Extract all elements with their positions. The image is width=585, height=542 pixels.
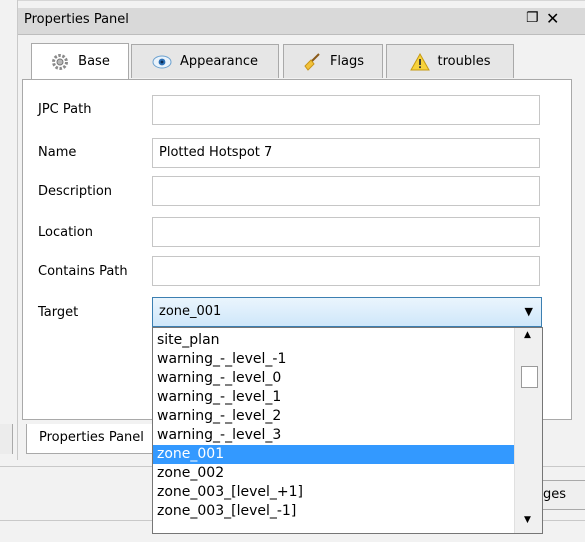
close-icon[interactable]: ✕ (546, 9, 559, 28)
dropdown-option[interactable]: warning_-_level_2 (153, 407, 515, 426)
tab-properties-panel[interactable]: Properties Panel (26, 424, 154, 454)
dropdown-option[interactable]: site_plan (153, 331, 515, 350)
target-select-value: zone_001 (159, 304, 222, 319)
dropdown-option[interactable]: warning_-_level_0 (153, 369, 515, 388)
jpc-path-label: JPC Path (38, 102, 92, 117)
dropdown-scrollbar[interactable]: ▲ ▼ (514, 328, 542, 533)
dropdown-option[interactable]: zone_003_[level_+1] (153, 483, 515, 502)
frame-top-line (17, 0, 585, 1)
float-icon[interactable]: ❐ (526, 10, 539, 26)
dropdown-option[interactable]: warning_-_level_1 (153, 388, 515, 407)
dropdown-option[interactable]: zone_002 (153, 464, 515, 483)
scroll-thumb[interactable] (521, 366, 538, 388)
target-dropdown-list[interactable]: site_plan warning_-_level_-1 warning_-_l… (152, 327, 543, 534)
tab-label: Appearance (179, 54, 259, 69)
name-label: Name (38, 145, 77, 160)
tab-base[interactable]: Base (31, 43, 129, 79)
dropdown-option-selected[interactable]: zone_001 (153, 445, 515, 464)
changes-button[interactable]: ges (538, 480, 585, 510)
frame-left-line (17, 0, 18, 460)
scroll-down-icon[interactable]: ▼ (524, 515, 531, 525)
target-label: Target (38, 305, 79, 320)
tab-label: troubles (437, 54, 491, 69)
gear-icon (50, 52, 70, 72)
panel-titlebar[interactable]: Properties Panel ❐ ✕ (18, 8, 585, 35)
description-field[interactable] (152, 176, 540, 206)
name-field[interactable]: Plotted Hotspot 7 (152, 138, 540, 168)
panel-title: Properties Panel (24, 12, 129, 27)
chevron-down-icon[interactable]: ▼ (525, 298, 533, 326)
target-select[interactable]: zone_001 ▼ (152, 297, 542, 327)
tab-label: Flags (329, 54, 365, 69)
scroll-up-icon[interactable]: ▲ (524, 330, 531, 340)
contains-path-label: Contains Path (38, 264, 128, 279)
contains-path-field[interactable] (152, 256, 540, 286)
broom-icon (302, 52, 322, 72)
tab-flags[interactable]: Flags (283, 44, 383, 78)
left-tab-stub[interactable] (0, 424, 13, 454)
eye-icon (152, 52, 172, 72)
tab-label: Base (78, 54, 110, 69)
dropdown-option[interactable]: warning_-_level_3 (153, 426, 515, 445)
tab-troubles[interactable]: troubles (386, 44, 514, 78)
dropdown-option[interactable]: warning_-_level_-1 (153, 350, 515, 369)
dropdown-option[interactable]: zone_003_[level_-1] (153, 502, 515, 521)
description-label: Description (38, 184, 113, 199)
warning-icon (409, 52, 430, 72)
location-label: Location (38, 225, 93, 240)
jpc-path-field[interactable] (152, 95, 540, 125)
tab-appearance[interactable]: Appearance (131, 44, 279, 78)
location-field[interactable] (152, 217, 540, 247)
